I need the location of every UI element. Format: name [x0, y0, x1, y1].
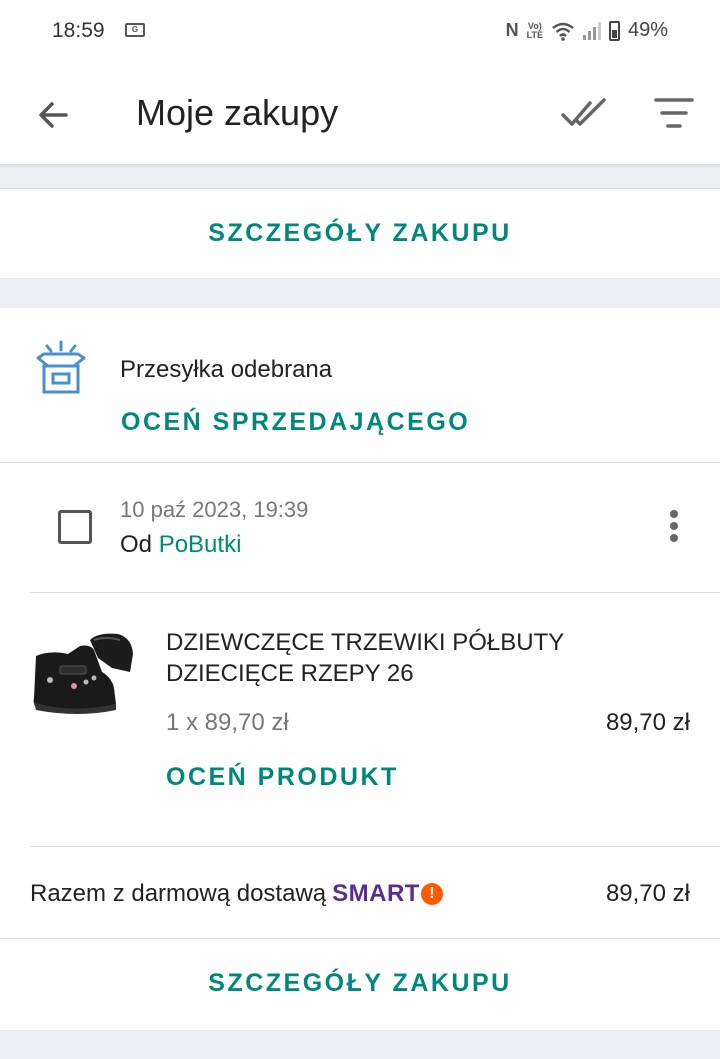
seller-link[interactable]: PoButki	[159, 531, 242, 558]
more-options-icon[interactable]	[664, 510, 684, 546]
nfc-icon: N	[505, 20, 519, 40]
divider	[30, 592, 720, 593]
total-text: Razem z darmową dostawą	[30, 880, 327, 907]
app-bar: Moje zakupy	[0, 62, 720, 165]
page-title: Moje zakupy	[136, 92, 339, 133]
status-bar: 18:59 G N Vo) LTE 49%	[0, 0, 720, 62]
total-price: 89,70 zł	[605, 880, 690, 907]
order-seller: Od PoButki	[120, 531, 241, 559]
battery-percent: 49%	[627, 19, 668, 41]
smart-logo: SMART	[332, 880, 420, 907]
purchase-details-button[interactable]: SZCZEGÓŁY ZAKUPU	[0, 189, 720, 248]
rate-seller-button[interactable]: OCEŃ SPRZEDAJĄCEGO	[121, 408, 470, 437]
divider	[0, 938, 720, 939]
product-price: 89,70 zł	[605, 709, 690, 736]
smart-badge-icon: !	[420, 883, 443, 905]
shipment-status: Przesyłka odebrana	[120, 356, 333, 383]
product-image[interactable]	[28, 628, 138, 718]
open-box-icon	[36, 340, 86, 394]
volte-icon: Vo) LTE	[526, 21, 543, 40]
back-arrow-icon[interactable]	[34, 95, 74, 135]
gallery-icon: G	[125, 23, 145, 37]
order-checkbox[interactable]	[58, 510, 92, 544]
divider	[30, 846, 720, 847]
total-label: Razem z darmową dostawą SMART !	[30, 880, 443, 908]
signal-icon	[582, 21, 601, 40]
seller-prefix: Od	[120, 531, 159, 558]
product-quantity-price: 1 x 89,70 zł	[166, 709, 289, 736]
rate-product-button[interactable]: OCEŃ PRODUKT	[166, 763, 399, 792]
status-time: 18:59	[52, 19, 105, 42]
product-name[interactable]: DZIEWCZĘCE TRZEWIKI PÓŁBUTY DZIECIĘCE RZ…	[166, 627, 596, 689]
battery-icon	[608, 20, 620, 41]
status-icons: N Vo) LTE 49%	[506, 19, 668, 42]
wifi-icon	[552, 22, 574, 41]
order-date: 10 paź 2023, 19:39	[120, 497, 309, 522]
lte-label: LTE	[526, 29, 543, 40]
top-details-panel: SZCZEGÓŁY ZAKUPU	[0, 188, 720, 278]
filter-icon[interactable]	[654, 96, 694, 130]
divider	[0, 462, 720, 463]
purchase-details-button-bottom[interactable]: SZCZEGÓŁY ZAKUPU	[0, 969, 720, 998]
double-check-icon[interactable]	[560, 95, 608, 131]
